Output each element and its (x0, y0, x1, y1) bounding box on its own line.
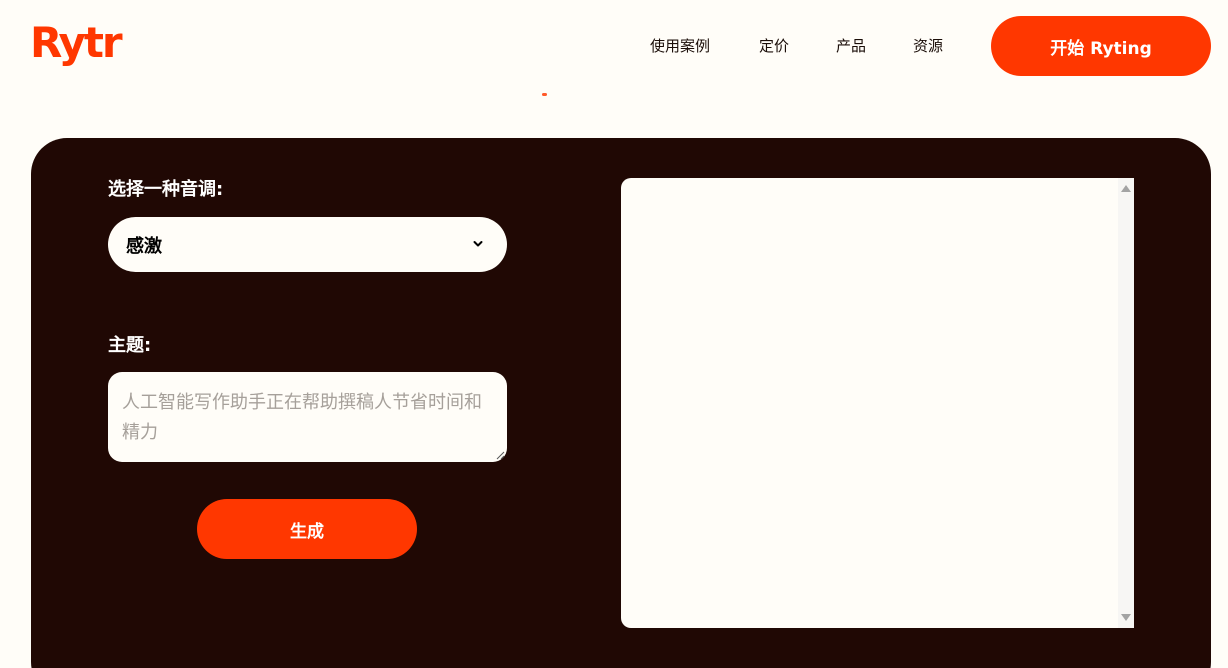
nav-resources[interactable]: 资源 (913, 36, 943, 56)
nav-pricing[interactable]: 定价 (759, 36, 789, 56)
tone-select[interactable]: 感激 (108, 217, 507, 272)
topic-input[interactable]: 人工智能写作助手正在帮助撰稿人节省时间和精力 (108, 372, 507, 462)
start-ryting-button[interactable]: 开始 Ryting (991, 16, 1211, 76)
generator-panel: 选择一种音调: 感激 主题: 人工智能写作助手正在帮助撰稿人节省时间和精力 生成 (31, 138, 1211, 668)
scroll-down-icon[interactable] (1121, 614, 1131, 621)
tone-select-value: 感激 (126, 235, 162, 257)
topic-placeholder: 人工智能写作助手正在帮助撰稿人节省时间和精力 (122, 392, 482, 443)
nav-products[interactable]: 产品 (836, 36, 866, 56)
rytr-logo[interactable]: Rytr (30, 16, 123, 70)
page: Rytr 使用案例 定价 产品 资源 开始 Ryting 选择一种音调: 感激 … (0, 0, 1228, 668)
output-textarea[interactable] (621, 178, 1134, 628)
decorative-mark (542, 93, 547, 96)
topic-label: 主题: (108, 335, 152, 356)
nav-use-cases[interactable]: 使用案例 (650, 36, 710, 56)
tone-label: 选择一种音调: (108, 179, 224, 200)
chevron-down-icon (473, 241, 483, 247)
scroll-up-icon[interactable] (1121, 185, 1131, 192)
generate-button[interactable]: 生成 (197, 499, 417, 559)
resize-grip-icon[interactable] (495, 450, 505, 460)
output-scrollbar[interactable] (1118, 178, 1134, 628)
